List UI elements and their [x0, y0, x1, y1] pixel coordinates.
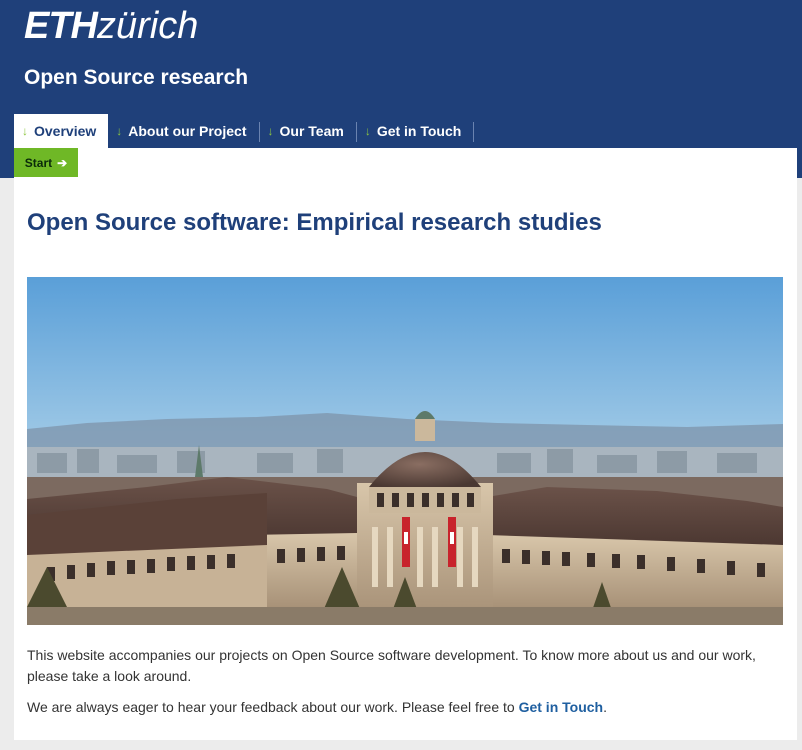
- nav-divider: [473, 122, 475, 142]
- arrow-down-icon: ↓: [364, 124, 371, 138]
- page-title: Open Source software: Empirical research…: [27, 209, 602, 236]
- start-button[interactable]: Start ➔: [14, 148, 78, 177]
- arrow-right-icon: ➔: [57, 155, 68, 170]
- nav-item-label: Our Team: [279, 123, 344, 139]
- main-nav: ↓ Overview ↓ About our Project ↓ Our Tea…: [14, 114, 475, 148]
- feedback-text: We are always eager to hear your feedbac…: [27, 699, 519, 715]
- hero-image: [27, 277, 783, 625]
- nav-item-overview[interactable]: ↓ Overview: [14, 114, 109, 148]
- eth-zurich-logo[interactable]: ETHzürich: [24, 6, 198, 46]
- nav-item-about[interactable]: ↓ About our Project: [108, 114, 258, 148]
- start-button-label: Start: [24, 155, 53, 170]
- feedback-paragraph: We are always eager to hear your feedbac…: [27, 697, 772, 718]
- get-in-touch-link[interactable]: Get in Touch: [519, 699, 604, 715]
- nav-item-label: About our Project: [128, 123, 247, 139]
- nav-item-label: Overview: [34, 123, 97, 139]
- feedback-end: .: [603, 699, 607, 715]
- arrow-down-icon: ↓: [267, 124, 274, 138]
- site-title[interactable]: Open Source research: [24, 64, 248, 92]
- eth-main-building-photo: [27, 277, 783, 625]
- nav-item-team[interactable]: ↓ Our Team: [260, 114, 356, 148]
- intro-paragraph: This website accompanies our projects on…: [27, 647, 756, 684]
- main-content: Start ➔ Open Source software: Empirical …: [14, 148, 797, 740]
- nav-item-label: Get in Touch: [376, 123, 462, 139]
- arrow-down-icon: ↓: [116, 124, 123, 138]
- arrow-down-icon: ↓: [22, 124, 28, 138]
- nav-item-contact[interactable]: ↓ Get in Touch: [357, 114, 474, 148]
